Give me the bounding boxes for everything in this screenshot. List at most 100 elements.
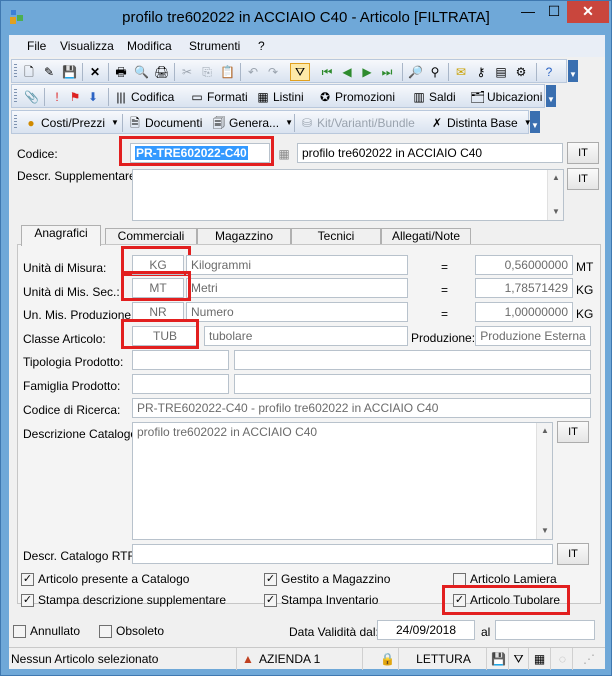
descrizione-language-button[interactable]: IT xyxy=(567,142,599,164)
ump-factor-field[interactable]: 1,00000000 xyxy=(475,302,573,322)
maximize-button[interactable]: ☐ xyxy=(541,1,567,23)
documenti-button[interactable]: 🗎 Documenti xyxy=(128,114,202,132)
find-next-icon[interactable]: ⚲ xyxy=(428,63,442,81)
new-icon[interactable]: 🗋 xyxy=(22,63,36,81)
arrow-down-icon[interactable]: ⬇ xyxy=(86,88,100,106)
notes-icon[interactable]: ✉ xyxy=(454,63,468,81)
gestito-magazzino-checkbox[interactable]: ✓ Gestito a Magazzino xyxy=(264,572,390,586)
formati-button[interactable]: ▭ Formati xyxy=(190,88,247,106)
attachment-icon[interactable]: 📎 xyxy=(24,88,39,106)
um-factor-field[interactable]: 0,56000000 xyxy=(475,255,573,275)
scroll-down-icon[interactable]: ▼ xyxy=(548,204,564,220)
key-icon[interactable]: ⚷ xyxy=(474,63,488,81)
codifica-button[interactable]: ||| Codifica xyxy=(114,88,174,106)
obsoleto-checkbox[interactable]: Obsoleto xyxy=(99,624,164,638)
listini-button[interactable]: ▦ Listini xyxy=(256,88,303,106)
generazione-button[interactable]: 🗐 Genera... ▼ xyxy=(212,114,296,132)
tab-allegati-note[interactable]: Allegati/Note xyxy=(381,228,471,245)
first-record-icon[interactable]: ⏮ xyxy=(320,63,334,81)
close-button[interactable]: ✕ xyxy=(567,1,609,23)
menu-visualizza[interactable]: Visualizza xyxy=(60,39,114,53)
costi-prezzi-button[interactable]: ● Costi/Prezzi ▼ xyxy=(24,114,122,132)
next-record-icon[interactable]: ▶ xyxy=(360,63,374,81)
toolbar-grip[interactable] xyxy=(14,64,17,79)
articolo-lamiera-checkbox[interactable]: Articolo Lamiera xyxy=(453,572,557,586)
print-setup-icon[interactable]: 🖨 xyxy=(154,63,169,81)
find-icon[interactable]: 🔎 xyxy=(408,63,423,81)
paste-icon[interactable]: 📋 xyxy=(220,63,235,81)
scroll-down-icon[interactable]: ▼ xyxy=(537,523,553,539)
toolbar-overflow-icon[interactable]: ▼ xyxy=(568,60,578,82)
undo-icon[interactable]: ↶ xyxy=(246,63,260,81)
flag-icon[interactable]: ⚑ xyxy=(68,88,82,106)
promozioni-button[interactable]: ✪ Promozioni xyxy=(318,88,395,106)
sync-status-icon[interactable]: ◌ xyxy=(553,648,573,670)
descr-supplementare-language-button[interactable]: IT xyxy=(567,168,599,190)
filter-status-icon[interactable]: ⛛ xyxy=(509,648,529,670)
menu-help[interactable]: ? xyxy=(258,39,265,53)
presente-catalogo-checkbox[interactable]: ✓ Articolo presente a Catalogo xyxy=(21,572,189,586)
tab-tecnici[interactable]: Tecnici xyxy=(291,228,381,245)
scroll-up-icon[interactable]: ▲ xyxy=(537,423,553,439)
ricerca-field[interactable]: PR-TRE602022-C40 - profilo tre602022 in … xyxy=(132,398,591,418)
descr-supplementare-scrollbar[interactable]: ▲ ▼ xyxy=(547,170,563,220)
articolo-tubolare-checkbox[interactable]: ✓ Articolo Tubolare xyxy=(453,593,560,607)
save-status-icon[interactable]: 💾 xyxy=(489,648,509,670)
kit-button[interactable]: ⛁ Kit/Varianti/Bundle xyxy=(300,114,415,132)
toolbar-overflow-icon[interactable]: ▼ xyxy=(530,111,540,133)
toolbar-grip[interactable] xyxy=(14,89,17,104)
menu-strumenti[interactable]: Strumenti xyxy=(189,39,240,53)
save-icon[interactable]: 💾 xyxy=(62,63,77,81)
validita-al-field[interactable] xyxy=(495,620,595,640)
scroll-up-icon[interactable]: ▲ xyxy=(548,170,564,186)
validita-dal-field[interactable]: 24/09/2018 xyxy=(377,620,475,640)
report-icon[interactable]: ▤ xyxy=(494,63,508,81)
classe-code-field[interactable]: TUB xyxy=(132,326,198,346)
ump-code-field[interactable]: NR xyxy=(132,302,184,322)
toolbar-overflow-icon[interactable]: ▼ xyxy=(546,85,556,107)
famiglia-code-field[interactable] xyxy=(132,374,229,394)
codice-field[interactable]: PR-TRE602022-C40 xyxy=(130,143,270,163)
filter-icon[interactable]: ⛛ xyxy=(290,63,310,81)
ums-factor-field[interactable]: 1,78571429 xyxy=(475,278,573,298)
menu-file[interactable]: File xyxy=(27,39,46,53)
export-status-icon[interactable]: ▦ xyxy=(529,648,551,670)
lookup-icon[interactable]: ▦ xyxy=(277,145,291,163)
tools-icon[interactable]: ⚙ xyxy=(514,63,528,81)
print-icon[interactable]: 🖶 xyxy=(114,63,128,81)
descr-supplementare-field[interactable] xyxy=(132,169,564,221)
rtf-language-button[interactable]: IT xyxy=(557,543,589,565)
previous-record-icon[interactable]: ◀ xyxy=(340,63,354,81)
stampa-inventario-checkbox[interactable]: ✓ Stampa Inventario xyxy=(264,593,378,607)
rtf-field[interactable] xyxy=(132,544,553,564)
produzione-field[interactable]: Produzione Esterna xyxy=(475,326,591,346)
minimize-button[interactable]: — xyxy=(515,1,541,23)
catalogo-language-button[interactable]: IT xyxy=(557,421,589,443)
menu-modifica[interactable]: Modifica xyxy=(127,39,172,53)
help-icon[interactable]: ? xyxy=(542,63,556,81)
catalogo-scrollbar[interactable]: ▲ ▼ xyxy=(536,423,552,539)
toolbar-grip[interactable] xyxy=(14,115,17,130)
cut-icon[interactable]: ✂ xyxy=(180,63,194,81)
tab-magazzino[interactable]: Magazzino xyxy=(197,228,291,245)
descrizione-field[interactable]: profilo tre602022 in ACCIAIO C40 xyxy=(297,143,563,163)
saldi-button[interactable]: ▥ Saldi xyxy=(412,88,455,106)
title-bar[interactable]: profilo tre602022 in ACCIAIO C40 - Artic… xyxy=(1,1,611,35)
annullato-checkbox[interactable]: Annullato xyxy=(13,624,80,638)
alert-icon[interactable]: ! xyxy=(50,88,64,106)
um-code-field[interactable]: KG xyxy=(132,255,184,275)
tab-anagrafici[interactable]: Anagrafici xyxy=(21,225,101,246)
ubicazioni-button[interactable]: 🗂 Ubicazioni xyxy=(470,88,542,106)
redo-icon[interactable]: ↷ xyxy=(266,63,280,81)
resize-grip-icon[interactable]: ⋰ xyxy=(575,648,603,670)
last-record-icon[interactable]: ⏭ xyxy=(380,63,394,81)
copy-icon[interactable]: ⎘ xyxy=(200,63,214,81)
ums-code-field[interactable]: MT xyxy=(132,278,184,298)
catalogo-field[interactable]: profilo tre602022 in ACCIAIO C40 xyxy=(132,422,553,540)
tab-commerciali[interactable]: Commerciali xyxy=(105,228,197,245)
edit-icon[interactable]: ✎ xyxy=(42,63,56,81)
stampa-descrizione-checkbox[interactable]: ✓ Stampa descrizione supplementare xyxy=(21,593,226,607)
delete-icon[interactable]: ✕ xyxy=(88,63,102,81)
print-preview-icon[interactable]: 🔍 xyxy=(134,63,149,81)
distinta-base-button[interactable]: ✗ Distinta Base ▼ xyxy=(430,114,535,132)
